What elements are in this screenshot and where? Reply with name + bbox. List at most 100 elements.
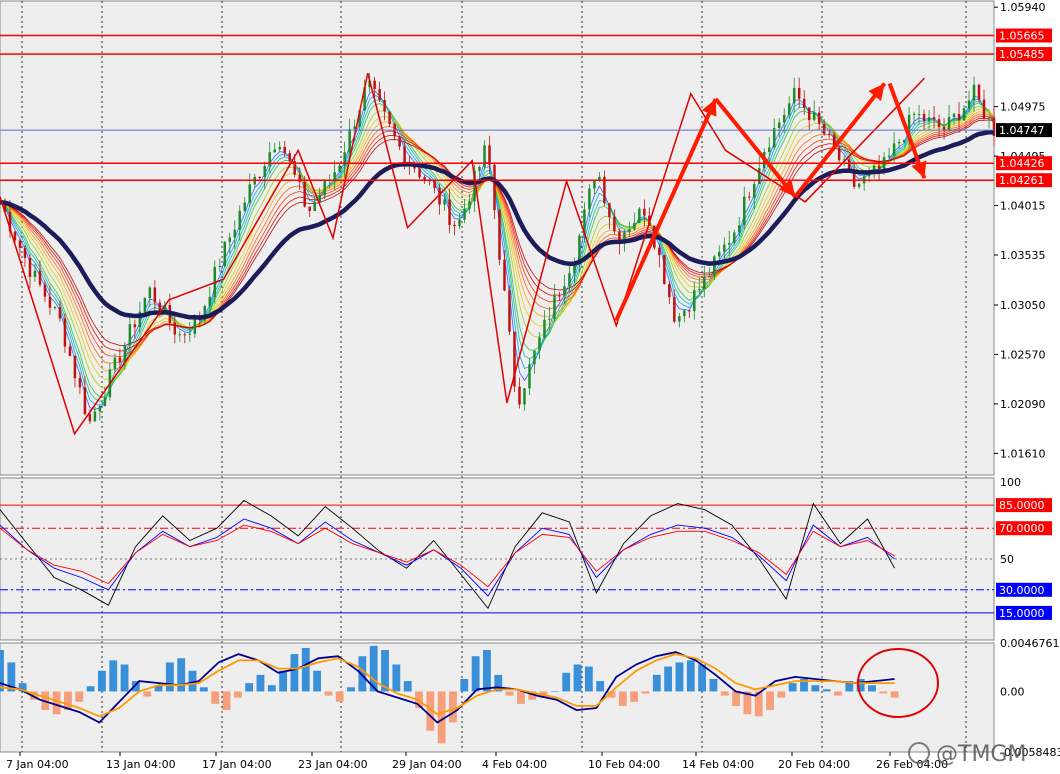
- candle-body: [113, 357, 117, 370]
- candle-body: [693, 290, 696, 312]
- macd-histogram-bar: [562, 672, 571, 692]
- candle-body: [508, 290, 511, 332]
- candle-body: [493, 164, 496, 211]
- candle-body: [178, 334, 182, 336]
- candle-body: [987, 117, 991, 119]
- candle-body: [777, 122, 781, 129]
- watermark-logo-icon: [908, 742, 930, 764]
- candle-body: [88, 414, 92, 422]
- candle-body: [98, 406, 102, 412]
- candle-body: [782, 115, 786, 123]
- candle-body: [837, 147, 841, 161]
- current-price-label: 1.04747: [999, 124, 1045, 137]
- macd-tick-label: 0.00: [1000, 685, 1025, 698]
- macd-histogram-bar: [630, 691, 639, 702]
- candle-body: [223, 241, 227, 266]
- candle-body: [857, 183, 861, 187]
- rsi-tick-label: 50: [1000, 553, 1014, 566]
- macd-histogram-bar: [245, 683, 254, 692]
- candle-body: [53, 307, 57, 309]
- macd-histogram-bar: [0, 650, 4, 692]
- candle-body: [348, 129, 351, 153]
- candle-body: [308, 206, 311, 211]
- candle-body: [453, 224, 456, 227]
- candle-body: [78, 378, 82, 388]
- macd-histogram-bar: [822, 689, 831, 692]
- macd-histogram-bar: [233, 691, 242, 698]
- candle-body: [68, 346, 72, 357]
- candle-body: [912, 114, 916, 116]
- candle-body: [123, 344, 127, 363]
- candle-body: [503, 259, 506, 291]
- time-tick-label: 29 Jan 04:00: [392, 758, 462, 771]
- candle-body: [173, 322, 177, 335]
- candle-body: [977, 84, 981, 100]
- candle-body: [148, 287, 152, 299]
- rsi-level-label: 85.0000: [999, 499, 1045, 512]
- candle-body: [533, 350, 536, 365]
- candle-body: [273, 149, 276, 153]
- macd-histogram-bar: [256, 674, 265, 692]
- candle-body: [388, 111, 391, 125]
- candle-body: [83, 387, 87, 415]
- rsi-tick-label: 100: [1000, 476, 1021, 489]
- candle-body: [543, 319, 546, 338]
- candle-body: [208, 296, 212, 307]
- candle-body: [817, 112, 821, 124]
- candle-body: [183, 334, 187, 336]
- rsi-level-label: 30.0000: [999, 584, 1045, 597]
- macd-histogram-bar: [652, 674, 661, 692]
- panel-1: [0, 0, 995, 476]
- level-label: 1.05485: [999, 48, 1045, 61]
- price-tick-label: 1.03535: [1000, 249, 1046, 262]
- candle-body: [802, 98, 806, 108]
- candle-body: [103, 397, 107, 407]
- candle-body: [188, 333, 192, 335]
- macd-histogram-bar: [324, 691, 333, 696]
- candle-body: [902, 140, 906, 143]
- candle-body: [593, 180, 596, 189]
- macd-histogram-bar: [313, 670, 321, 692]
- candle-body: [718, 251, 721, 257]
- candle-body: [917, 113, 921, 115]
- macd-histogram-bar: [52, 691, 61, 715]
- candle-body: [787, 103, 791, 116]
- macd-histogram-bar: [709, 679, 718, 692]
- candle-body: [703, 276, 706, 290]
- candle-body: [967, 100, 971, 109]
- candle-body: [518, 386, 521, 405]
- candle-body: [143, 298, 147, 312]
- candle-body: [553, 295, 556, 319]
- candle-body: [338, 165, 341, 173]
- candle-body: [63, 318, 67, 347]
- candle-body: [723, 244, 726, 252]
- time-tick-label: 13 Jan 04:00: [106, 758, 176, 771]
- candle-body: [523, 388, 526, 405]
- candle-body: [478, 166, 481, 171]
- candle-body: [578, 235, 581, 263]
- candle-body: [218, 265, 222, 267]
- candle-body: [463, 208, 466, 220]
- candle-body: [743, 196, 746, 226]
- time-tick-label: 23 Jan 04:00: [298, 758, 368, 771]
- candle-body: [613, 217, 616, 232]
- candle-body: [757, 168, 761, 185]
- macd-histogram-bar: [199, 687, 208, 692]
- candle-body: [43, 284, 47, 297]
- macd-histogram-bar: [301, 647, 310, 692]
- candle-body: [283, 146, 286, 154]
- candle-body: [93, 411, 97, 422]
- price-tick-label: 1.02570: [1000, 348, 1046, 361]
- candle-body: [228, 237, 232, 242]
- candle-body: [827, 133, 831, 135]
- candle-body: [772, 128, 776, 148]
- watermark: @TMGM: [908, 742, 1026, 767]
- candle-body: [288, 153, 291, 162]
- price-tick-label: 1.05940: [1000, 1, 1046, 14]
- candle-body: [558, 295, 561, 297]
- candle-body: [303, 181, 306, 207]
- candle-body: [807, 107, 811, 121]
- candle-body: [792, 87, 796, 104]
- candle-body: [668, 284, 671, 298]
- macd-histogram-bar: [392, 664, 401, 692]
